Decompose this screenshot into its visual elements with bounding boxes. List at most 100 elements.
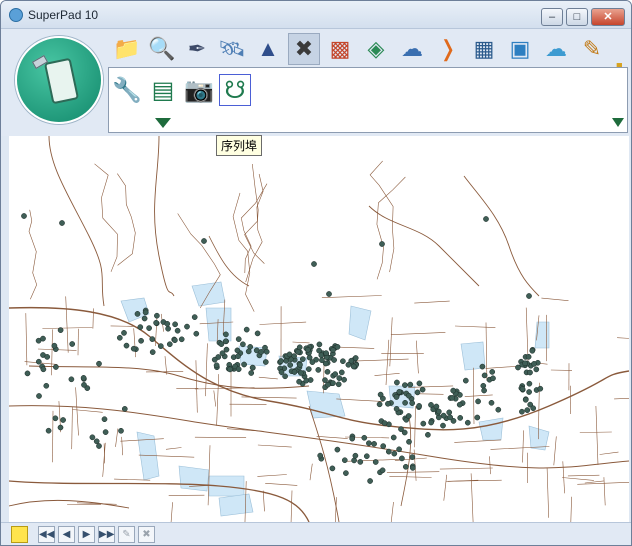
map-point[interactable] [526, 380, 533, 387]
map-point[interactable] [366, 440, 372, 447]
map-point[interactable] [349, 435, 356, 442]
map-point[interactable] [57, 327, 64, 333]
map-point[interactable] [53, 364, 59, 370]
pen-edit-icon[interactable]: ✒ [181, 33, 213, 65]
map-point[interactable] [52, 415, 59, 422]
map-point[interactable] [96, 360, 102, 367]
cloud-sync-icon[interactable]: ☁ [540, 33, 572, 65]
usb-icon[interactable]: ☋ [219, 74, 251, 106]
map-point[interactable] [235, 336, 242, 342]
map-point[interactable] [219, 350, 226, 357]
map-point[interactable] [393, 406, 400, 412]
map-point[interactable] [116, 334, 123, 341]
map-point[interactable] [40, 366, 47, 373]
map-point[interactable] [44, 354, 51, 360]
map-point[interactable] [172, 337, 178, 344]
map-point[interactable] [405, 392, 412, 399]
map-point[interactable] [407, 381, 414, 388]
map-point[interactable] [149, 336, 156, 342]
map-point[interactable] [474, 414, 481, 421]
map-point[interactable] [141, 315, 148, 322]
map-point[interactable] [456, 401, 463, 408]
map-point[interactable] [306, 354, 313, 361]
map-point[interactable] [68, 376, 75, 383]
map-point[interactable] [462, 377, 469, 384]
map-point[interactable] [363, 453, 370, 460]
map-point[interactable] [330, 380, 336, 386]
map-point[interactable] [164, 320, 171, 327]
map-point[interactable] [311, 261, 317, 267]
map-point[interactable] [405, 413, 412, 419]
map-point[interactable] [537, 385, 544, 392]
map-point[interactable] [157, 343, 164, 349]
map-point[interactable] [43, 382, 50, 389]
search-map-icon[interactable]: 🔍 [146, 33, 178, 65]
pencil-disabled-icon[interactable]: ✎ [118, 526, 135, 543]
map-point[interactable] [420, 420, 427, 427]
map-point[interactable] [326, 291, 332, 297]
map-point[interactable] [464, 419, 471, 426]
map-point[interactable] [481, 372, 488, 379]
map-view-icon[interactable]: ◈ [360, 33, 392, 65]
map-point[interactable] [525, 353, 532, 360]
map-point[interactable] [213, 362, 220, 369]
map-point[interactable] [291, 369, 298, 375]
map-point[interactable] [263, 348, 270, 355]
map-point[interactable] [211, 356, 218, 363]
panel-expand-arrow-icon[interactable] [612, 118, 624, 127]
map-point[interactable] [235, 366, 242, 373]
map-point[interactable] [367, 478, 373, 484]
map-point[interactable] [533, 366, 540, 373]
maximize-button[interactable]: □ [566, 8, 588, 26]
map-point[interactable] [479, 363, 486, 370]
map-point[interactable] [341, 376, 347, 383]
map-point[interactable] [60, 417, 66, 423]
next-page-icon[interactable]: ▶ [78, 526, 95, 543]
laptop-icon[interactable]: ▩ [324, 33, 356, 65]
map-point[interactable] [519, 386, 526, 392]
map-point[interactable] [142, 309, 149, 316]
map-point[interactable] [235, 353, 241, 360]
map-point[interactable] [399, 455, 405, 462]
map-point[interactable] [428, 402, 434, 408]
map-point[interactable] [123, 342, 130, 349]
map-point[interactable] [409, 465, 416, 471]
map-point[interactable] [262, 359, 269, 365]
map-point[interactable] [249, 364, 256, 371]
expand-arrow-icon[interactable] [155, 118, 171, 128]
map-point[interactable] [526, 293, 532, 299]
map-point[interactable] [488, 399, 495, 406]
map-point[interactable] [297, 370, 304, 376]
map-point[interactable] [334, 446, 341, 453]
map-point[interactable] [524, 407, 531, 413]
map-point[interactable] [495, 406, 502, 413]
map-point[interactable] [278, 358, 284, 364]
map-point[interactable] [134, 311, 141, 317]
map-point[interactable] [130, 345, 137, 352]
map-point[interactable] [35, 358, 42, 365]
map-point[interactable] [93, 438, 100, 445]
map-point[interactable] [315, 367, 322, 373]
measure-icon[interactable]: ▲ [252, 33, 284, 65]
lock-icon[interactable] [11, 526, 28, 543]
map-point[interactable] [234, 347, 241, 354]
map-point[interactable] [101, 416, 108, 423]
map-point[interactable] [69, 341, 76, 347]
close-disabled-icon[interactable]: ✖ [138, 526, 155, 543]
map-point[interactable] [385, 400, 391, 407]
map-point[interactable] [154, 312, 160, 319]
map-point[interactable] [329, 465, 336, 472]
world-map-icon[interactable]: ▣ [504, 33, 536, 65]
map-point[interactable] [440, 412, 447, 419]
map-point[interactable] [350, 363, 357, 370]
map-point[interactable] [89, 434, 96, 441]
map-point[interactable] [332, 371, 339, 377]
map-point[interactable] [80, 375, 87, 381]
prev-page-icon[interactable]: ◀ [58, 526, 75, 543]
map-point[interactable] [40, 335, 46, 342]
signal-icon[interactable]: ❭ [432, 33, 464, 65]
map-point[interactable] [527, 369, 533, 376]
map-point[interactable] [36, 393, 42, 399]
map-point[interactable] [243, 326, 250, 333]
map-point[interactable] [402, 382, 408, 388]
